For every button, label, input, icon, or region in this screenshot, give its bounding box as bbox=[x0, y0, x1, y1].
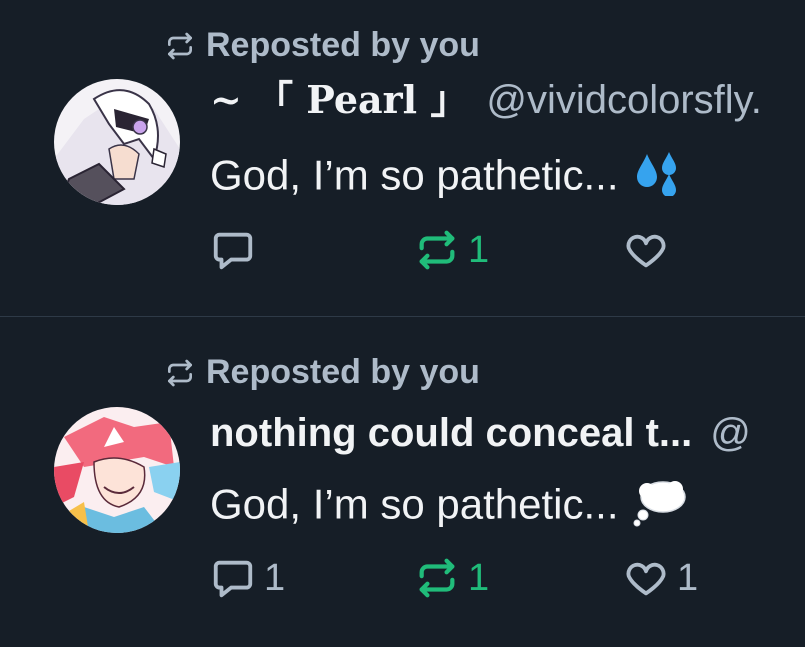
repost-label: Reposted by you bbox=[206, 353, 480, 391]
repost-icon bbox=[419, 230, 455, 270]
reply-count: 1 bbox=[264, 556, 286, 599]
reply-icon bbox=[213, 232, 253, 270]
feed-post[interactable]: Reposted by you ~ 「 Pearl 」 @vividcolorsf… bbox=[0, 0, 805, 316]
like-button[interactable]: 1 bbox=[623, 553, 698, 603]
post-actions: 1 1 1 bbox=[210, 553, 770, 603]
repost-icon bbox=[168, 359, 192, 386]
repost-count: 1 bbox=[468, 556, 490, 599]
author-line: ~ 「 Pearl 」 @vividcolorsfly. bbox=[210, 76, 805, 124]
post-text-content: God, I’m so pathetic... bbox=[210, 480, 619, 528]
reply-icon bbox=[213, 560, 253, 598]
like-button[interactable] bbox=[623, 225, 677, 275]
repost-icon bbox=[419, 558, 455, 598]
post-text-content: God, I’m so pathetic... bbox=[210, 151, 619, 199]
repost-indicator: Reposted by you bbox=[164, 26, 480, 65]
thought-balloon-icon bbox=[633, 477, 687, 538]
avatar[interactable] bbox=[54, 407, 180, 533]
heart-icon bbox=[626, 234, 666, 268]
handle[interactable]: @vividcolorsfly. bbox=[486, 78, 761, 122]
like-count: 1 bbox=[677, 556, 699, 599]
heart-icon bbox=[626, 562, 666, 596]
reply-button[interactable] bbox=[210, 225, 264, 275]
display-name[interactable]: nothing could conceal t... bbox=[210, 411, 692, 455]
author-line: nothing could conceal t... @ bbox=[210, 409, 805, 457]
post-actions: 1 bbox=[210, 225, 770, 275]
repost-button[interactable]: 1 bbox=[414, 225, 489, 275]
feed-post[interactable]: Reposted by you nothing could conceal t.… bbox=[0, 317, 805, 647]
repost-button[interactable]: 1 bbox=[414, 553, 489, 603]
repost-count: 1 bbox=[468, 228, 490, 271]
handle[interactable]: @ bbox=[710, 411, 751, 455]
avatar[interactable] bbox=[54, 79, 180, 205]
repost-indicator: Reposted by you bbox=[164, 353, 480, 392]
repost-icon bbox=[168, 32, 192, 59]
reply-button[interactable]: 1 bbox=[210, 553, 285, 603]
repost-label: Reposted by you bbox=[206, 26, 480, 64]
display-name[interactable]: ~ 「 Pearl 」 bbox=[210, 77, 468, 122]
sweat-droplets-icon bbox=[633, 150, 685, 207]
post-text: God, I’m so pathetic... bbox=[210, 477, 687, 538]
post-text: God, I’m so pathetic... bbox=[210, 150, 685, 207]
